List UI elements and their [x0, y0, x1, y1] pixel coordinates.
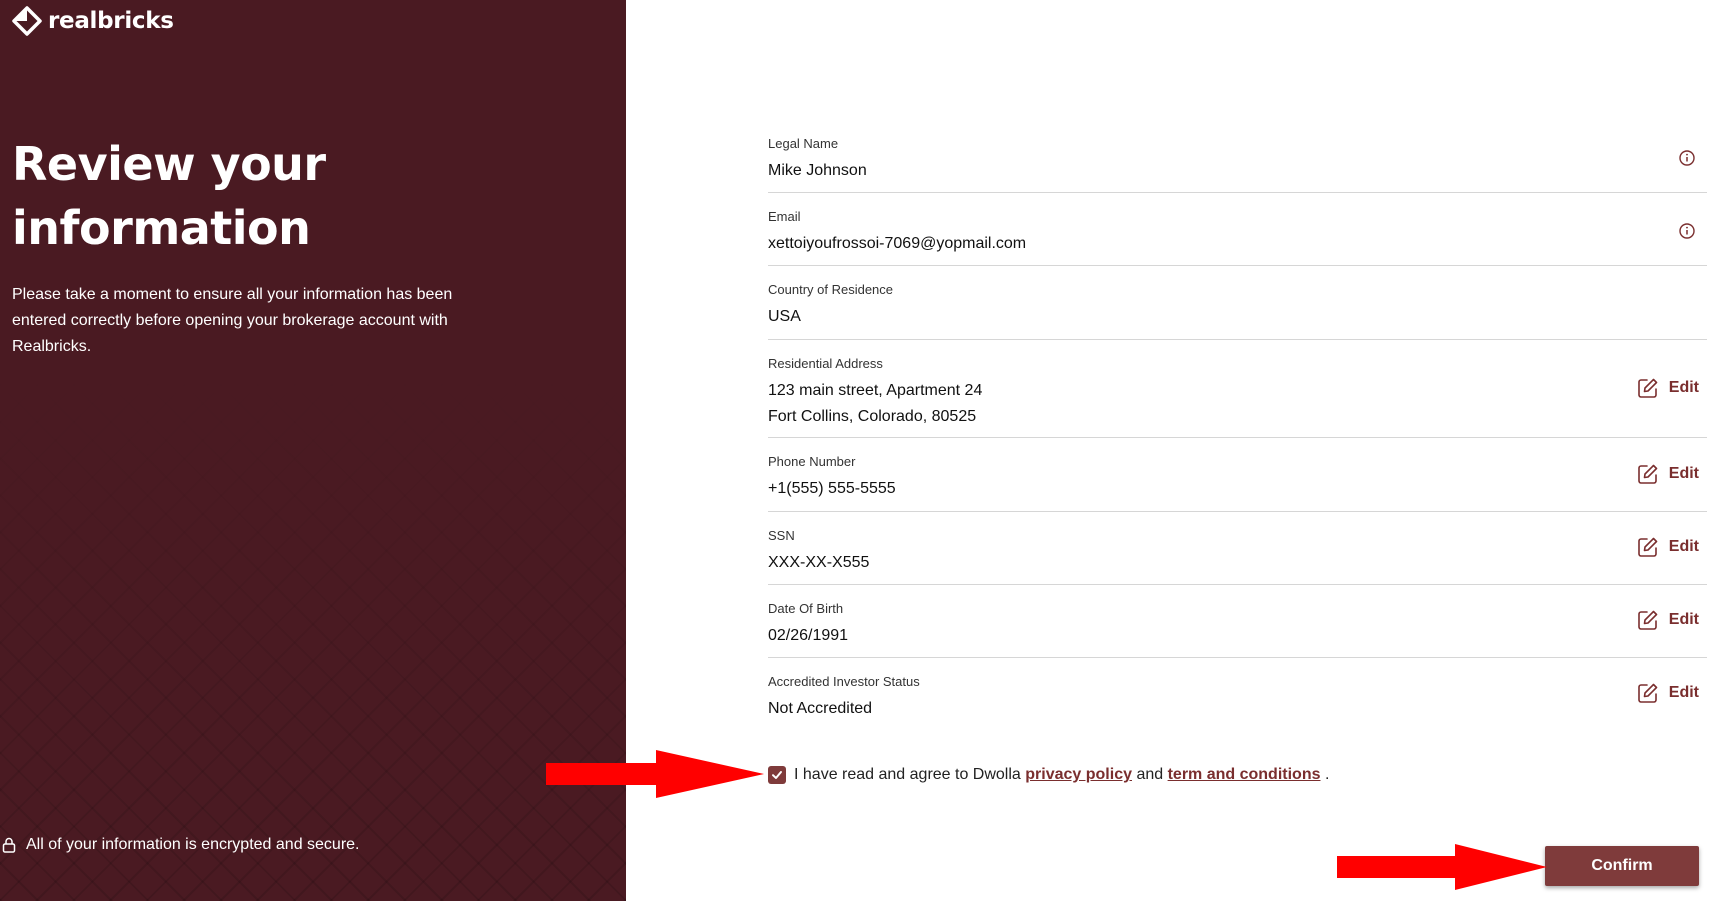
- left-panel: realbricks Review your information Pleas…: [0, 0, 626, 901]
- agreement-row: I have read and agree to Dwolla privacy …: [768, 766, 1329, 784]
- terms-link[interactable]: term and conditions: [1168, 766, 1321, 784]
- privacy-policy-link[interactable]: privacy policy: [1025, 766, 1132, 784]
- edit-icon: [1637, 683, 1658, 703]
- annotation-arrow-confirm: [1337, 844, 1547, 890]
- edit-label: Edit: [1668, 465, 1699, 482]
- info-review-list: Legal Name Mike Johnson Email xettoiyouf…: [768, 120, 1707, 731]
- page-title: Review your information: [12, 137, 326, 255]
- field-value: 02/26/1991: [768, 627, 849, 644]
- brand-name: realbricks: [48, 8, 174, 34]
- edit-ssn-button[interactable]: Edit: [1637, 536, 1699, 558]
- field-legal-name: Legal Name Mike Johnson: [768, 120, 1707, 193]
- field-value-line2: Fort Collins, Colorado, 80525: [768, 408, 977, 425]
- field-value: +1(555) 555-5555: [768, 480, 896, 497]
- logo-icon: [12, 6, 42, 36]
- edit-dob-button[interactable]: Edit: [1637, 609, 1699, 631]
- field-label: Country of Residence: [768, 282, 894, 297]
- right-panel: Legal Name Mike Johnson Email xettoiyouf…: [626, 0, 1715, 901]
- field-email: Email xettoiyoufrossoi-7069@yopmail.com: [768, 193, 1707, 266]
- confirm-button[interactable]: Confirm: [1545, 846, 1699, 886]
- secure-note: All of your information is encrypted and…: [2, 836, 360, 854]
- field-value: Mike Johnson: [768, 162, 867, 179]
- edit-phone-button[interactable]: Edit: [1637, 463, 1699, 485]
- edit-address-button[interactable]: Edit: [1637, 377, 1699, 399]
- field-label: Date Of Birth: [768, 601, 844, 616]
- secure-note-text: All of your information is encrypted and…: [26, 836, 360, 853]
- field-value: USA: [768, 308, 801, 325]
- agreement-period: .: [1324, 766, 1330, 783]
- field-label: SSN: [768, 528, 795, 543]
- edit-label: Edit: [1668, 611, 1699, 628]
- brand-logo[interactable]: realbricks: [12, 6, 174, 36]
- field-label: Residential Address: [768, 356, 883, 371]
- field-label: Email: [768, 209, 801, 224]
- edit-icon: [1637, 464, 1658, 484]
- agreement-text: I have read and agree to Dwolla: [794, 766, 1021, 783]
- field-label: Accredited Investor Status: [768, 674, 920, 689]
- page-description: Please take a moment to ensure all your …: [12, 286, 453, 355]
- field-country: Country of Residence USA: [768, 266, 1707, 340]
- field-accredited-status: Accredited Investor Status Not Accredite…: [768, 658, 1707, 731]
- edit-accredited-button[interactable]: Edit: [1637, 682, 1699, 704]
- annotation-arrow-checkbox: [546, 750, 764, 798]
- field-label: Legal Name: [768, 136, 839, 151]
- edit-label: Edit: [1668, 538, 1699, 555]
- field-value: 123 main street, Apartment 24: [768, 382, 983, 399]
- info-icon[interactable]: [1679, 223, 1695, 239]
- agreement-checkbox[interactable]: [768, 766, 786, 784]
- agreement-and: and: [1136, 766, 1164, 783]
- edit-icon: [1637, 537, 1658, 557]
- edit-label: Edit: [1668, 379, 1699, 396]
- field-value: XXX-XX-X555: [768, 554, 870, 571]
- checkmark-icon: [772, 771, 782, 779]
- field-date-of-birth: Date Of Birth 02/26/1991 Edit: [768, 585, 1707, 658]
- edit-icon: [1637, 610, 1658, 630]
- field-ssn: SSN XXX-XX-X555 Edit: [768, 512, 1707, 585]
- field-label: Phone Number: [768, 454, 856, 469]
- edit-label: Edit: [1668, 684, 1699, 701]
- lock-icon: [2, 837, 16, 853]
- field-phone: Phone Number +1(555) 555-5555 Edit: [768, 438, 1707, 512]
- field-residential-address: Residential Address 123 main street, Apa…: [768, 340, 1707, 438]
- field-value: xettoiyoufrossoi-7069@yopmail.com: [768, 235, 1027, 252]
- edit-icon: [1637, 378, 1658, 398]
- info-icon[interactable]: [1679, 150, 1695, 166]
- field-value: Not Accredited: [768, 700, 873, 717]
